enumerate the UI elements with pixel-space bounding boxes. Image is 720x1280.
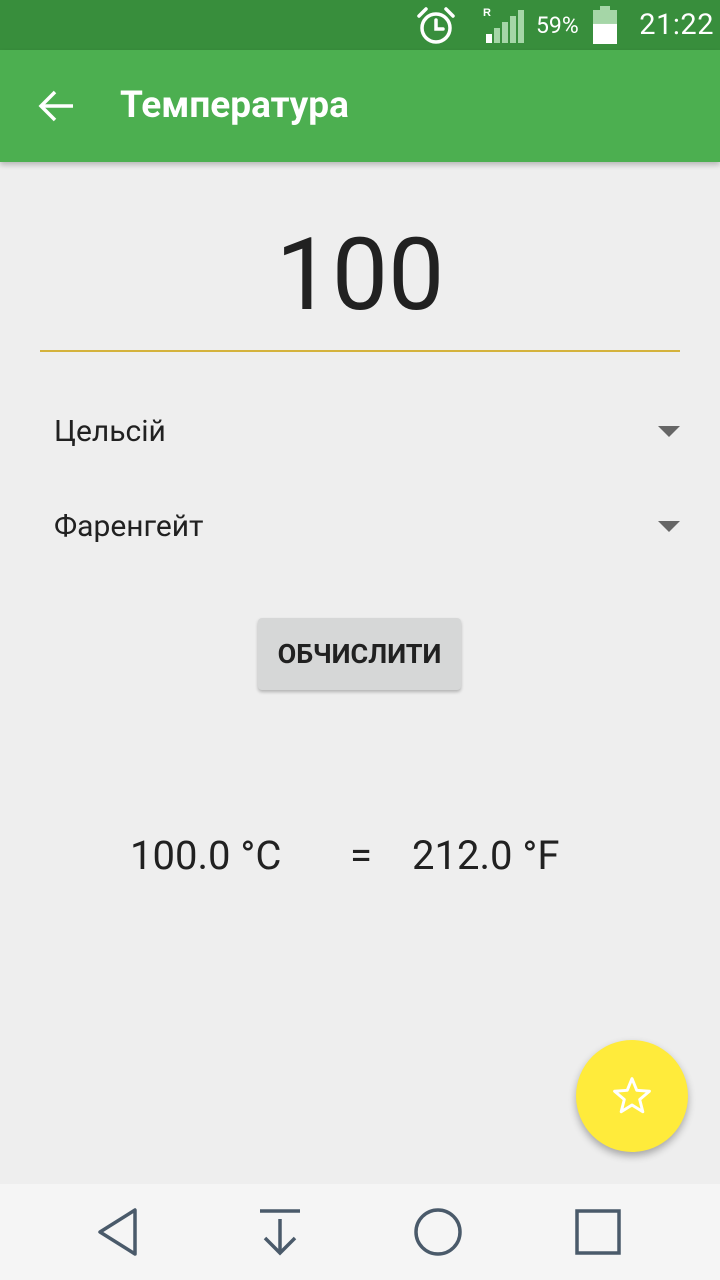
app-bar: Температура — [0, 50, 720, 162]
status-time: 21:22 — [639, 8, 714, 42]
to-unit-dropdown[interactable]: Фаренгейт — [54, 497, 686, 557]
result-from-value: 100.0 °C — [130, 832, 282, 879]
arrow-back-icon — [38, 90, 73, 122]
from-unit-label: Цельсій — [54, 414, 166, 449]
battery-icon — [593, 6, 617, 44]
favorite-fab-button[interactable] — [576, 1040, 688, 1152]
result-to-value: 212.0 °F — [412, 832, 560, 879]
back-button[interactable] — [18, 66, 96, 146]
to-unit-label: Фаренгейт — [54, 509, 204, 544]
dropdown-arrow-icon — [658, 426, 680, 437]
nav-home-icon — [414, 1208, 462, 1256]
from-unit-dropdown[interactable]: Цельсій — [54, 402, 686, 462]
page-title: Температура — [120, 84, 349, 127]
signal-icon: R — [483, 7, 524, 43]
navigation-bar — [0, 1184, 720, 1280]
nav-recents-button[interactable] — [568, 1202, 628, 1262]
calculate-button[interactable]: ОБЧИСЛИТИ — [258, 618, 461, 690]
nav-download-button[interactable] — [250, 1202, 310, 1262]
nav-back-icon — [98, 1208, 137, 1256]
roaming-indicator: R — [483, 7, 491, 19]
result-equals-sign: = — [350, 832, 372, 879]
star-outline-icon — [613, 1077, 651, 1114]
input-underline — [40, 350, 680, 352]
nav-recents-icon — [575, 1209, 621, 1255]
temperature-value-input[interactable] — [40, 205, 680, 345]
status-bar: R 59% 21:22 — [0, 0, 720, 50]
battery-percent: 59% — [536, 12, 579, 39]
nav-download-icon — [260, 1209, 300, 1256]
nav-back-button[interactable] — [90, 1202, 150, 1262]
dropdown-arrow-icon — [658, 521, 680, 532]
alarm-icon — [417, 7, 455, 44]
nav-home-button[interactable] — [408, 1202, 468, 1262]
